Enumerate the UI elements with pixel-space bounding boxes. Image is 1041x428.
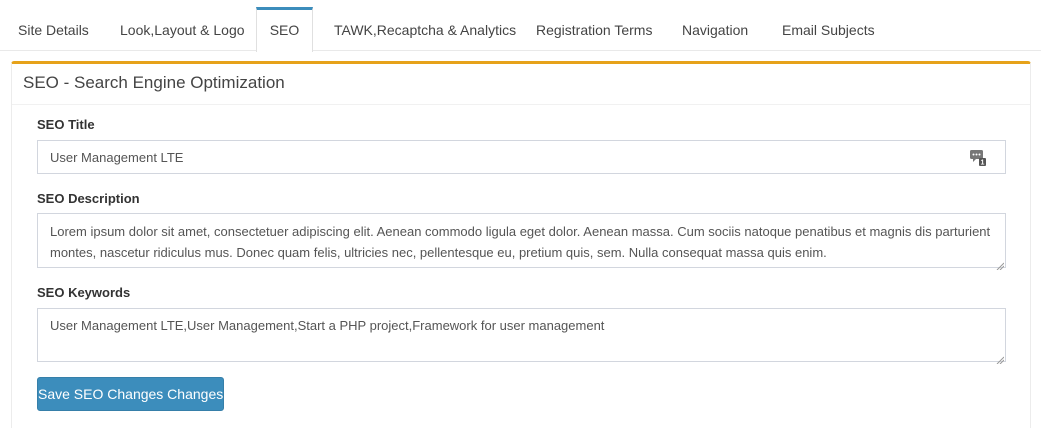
panel-title: SEO - Search Engine Optimization [23, 73, 285, 92]
seo-keywords-value: User Management LTE,User Management,Star… [50, 318, 605, 333]
seo-description-textarea[interactable]: Lorem ipsum dolor sit amet, consectetuer… [37, 213, 1006, 271]
tab-tawk-recaptcha-analytics[interactable]: TAWK,Recaptcha & Analytics [334, 7, 516, 51]
save-seo-button[interactable]: Save SEO Changes Changes [37, 377, 224, 411]
seo-title-value: User Management LTE [50, 150, 184, 165]
seo-keywords-label: SEO Keywords [37, 285, 131, 300]
tab-registration-terms[interactable]: Registration Terms [536, 7, 652, 51]
seo-title-label: SEO Title [37, 117, 95, 132]
tab-email-subjects[interactable]: Email Subjects [782, 7, 875, 51]
seo-title-input[interactable]: User Management LTE 1 [37, 140, 1006, 174]
tab-seo[interactable]: SEO [256, 7, 313, 52]
panel-header: SEO - Search Engine Optimization [12, 64, 1030, 105]
character-count-icon[interactable]: 1 [970, 150, 986, 167]
seo-keywords-textarea[interactable]: User Management LTE,User Management,Star… [37, 308, 1006, 365]
tab-look-layout-logo[interactable]: Look,Layout & Logo [120, 7, 245, 51]
tab-navigation[interactable]: Navigation [682, 7, 748, 51]
settings-tabs: Site Details Look,Layout & Logo SEO TAWK… [0, 0, 1041, 52]
seo-description-label: SEO Description [37, 191, 140, 206]
resize-handle-icon[interactable] [996, 258, 1005, 271]
seo-description-value: Lorem ipsum dolor sit amet, consectetuer… [50, 224, 991, 260]
resize-handle-icon[interactable] [996, 352, 1005, 365]
svg-text:1: 1 [981, 160, 985, 167]
tab-site-details[interactable]: Site Details [18, 7, 89, 51]
